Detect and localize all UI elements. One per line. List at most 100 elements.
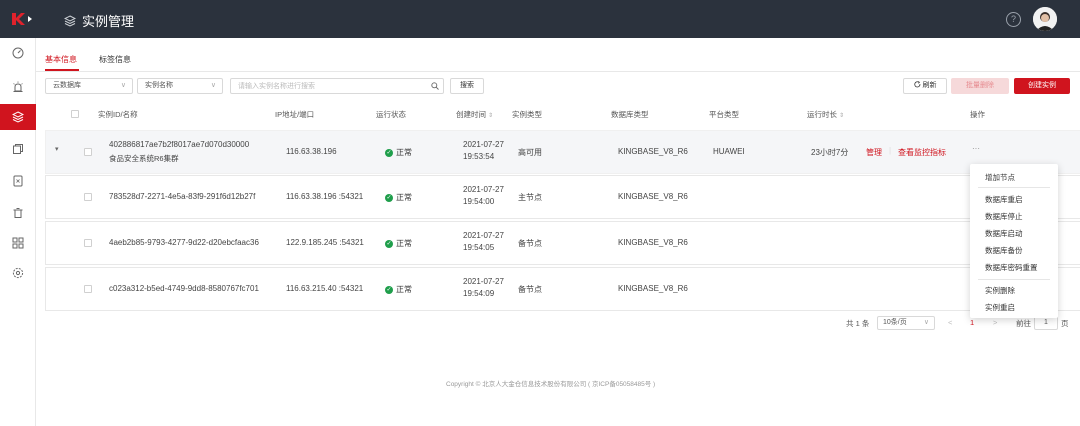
column-header-runtime-label: 运行时长: [807, 110, 837, 119]
sidebar-item-dashboard[interactable]: [0, 40, 36, 66]
created-time: 2021-07-27 19:54:05: [463, 230, 504, 254]
menu-item-db-start[interactable]: 数据库启动: [985, 228, 1023, 239]
column-header-created[interactable]: 创建时间 ⇕: [456, 109, 493, 120]
document-icon: [13, 175, 23, 187]
created-date: 2021-07-27: [463, 140, 504, 149]
grid-icon: [12, 237, 24, 249]
menu-item-db-backup[interactable]: 数据库备份: [985, 245, 1023, 256]
column-header-type: 实例类型: [512, 110, 542, 119]
pagination-total: 共 1 条: [846, 319, 870, 328]
row-checkbox[interactable]: [84, 148, 92, 156]
database-type: KINGBASE_V8_R6: [618, 284, 688, 293]
instance-type: 高可用: [518, 148, 542, 157]
sidebar-item-instances[interactable]: [0, 104, 36, 130]
user-avatar[interactable]: [1033, 7, 1057, 31]
user-photo-icon: [1033, 7, 1057, 31]
menu-item-db-stop[interactable]: 数据库停止: [985, 211, 1023, 222]
column-header-db-type: 数据库类型: [611, 110, 649, 119]
column-header-ip: IP地址/端口: [275, 110, 315, 119]
page-suffix: 页: [1061, 319, 1069, 328]
menu-item-db-password-reset[interactable]: 数据库密码重置: [985, 262, 1038, 273]
help-icon[interactable]: ?: [1006, 12, 1021, 27]
status-badge: ✓ 正常: [385, 147, 412, 158]
layers-icon: [12, 111, 24, 123]
table-header: 实例ID/名称 IP地址/端口 运行状态 创建时间 ⇕ 实例类型 数据库类型 平台…: [45, 104, 1080, 124]
refresh-icon: [913, 81, 920, 88]
column-header-created-label: 创建时间: [456, 110, 486, 119]
action-divider: |: [889, 146, 892, 155]
sidebar-item-alerts[interactable]: [0, 74, 36, 100]
alarm-icon: [13, 81, 23, 92]
expand-row-icon[interactable]: ▾: [55, 145, 59, 153]
created-clock: 19:54:09: [463, 289, 495, 298]
instance-type: 主节点: [518, 193, 542, 202]
instance-id: 4aeb2b85-9793-4277-9d22-d20ebcfaac36: [109, 238, 259, 247]
check-circle-icon: ✓: [385, 285, 393, 294]
manage-link[interactable]: 管理: [866, 147, 882, 158]
brand-logo-icon[interactable]: [10, 11, 34, 27]
created-date: 2021-07-27: [463, 277, 504, 286]
tab-tag-info[interactable]: 标签信息: [99, 54, 131, 65]
instance-name: 食品安全系统R6集群: [109, 154, 179, 163]
copyright-footer: Copyright © 北京人大金仓信息技术股份有限公司 ( 京ICP备0505…: [446, 381, 656, 388]
sidebar-item-apps[interactable]: [0, 230, 36, 256]
sidebar-item-document[interactable]: [0, 168, 36, 194]
created-clock: 19:54:05: [463, 243, 495, 252]
more-actions-button[interactable]: ···: [972, 144, 980, 153]
prev-page-button[interactable]: <: [948, 318, 952, 327]
database-filter-select[interactable]: 云数据库 ∨: [45, 78, 133, 94]
database-type: KINGBASE_V8_R6: [618, 238, 688, 247]
search-input[interactable]: [231, 79, 421, 93]
page-size-value: 10条/页: [883, 319, 907, 326]
search-icon[interactable]: [431, 82, 439, 90]
check-circle-icon: ✓: [385, 193, 393, 202]
goto-page-input[interactable]: 1: [1034, 316, 1058, 330]
instance-ip: 116.63.215.40 :54321: [286, 284, 364, 293]
sidebar-item-copy[interactable]: [0, 136, 36, 162]
created-time: 2021-07-27 19:54:09: [463, 276, 504, 300]
sidebar-item-delete[interactable]: [0, 200, 36, 226]
column-header-runtime[interactable]: 运行时长 ⇕: [807, 109, 844, 120]
current-page[interactable]: 1: [970, 318, 974, 327]
dashboard-gauge-icon: [12, 47, 24, 59]
batch-delete-button[interactable]: 批量删除: [951, 78, 1009, 94]
created-date: 2021-07-27: [463, 185, 504, 194]
instance-type: 备节点: [518, 239, 542, 248]
created-time: 2021-07-27 19:54:00: [463, 184, 504, 208]
chevron-down-icon: ∨: [210, 82, 216, 89]
menu-item-db-restart[interactable]: 数据库重启: [985, 194, 1023, 205]
menu-item-instance-delete[interactable]: 实例删除: [985, 285, 1015, 296]
create-instance-button[interactable]: 创建实例: [1014, 78, 1070, 94]
search-field-select[interactable]: 实例名称 ∨: [137, 78, 223, 94]
view-metrics-link[interactable]: 查看监控指标: [898, 147, 946, 158]
instance-id: c023a312-b5ed-4749-9dd8-8580767fc701: [109, 284, 259, 293]
row-checkbox[interactable]: [84, 239, 92, 247]
column-header-actions: 操作: [970, 110, 985, 119]
menu-item-add-node[interactable]: 增加节点: [985, 172, 1015, 183]
column-header-id: 实例ID/名称: [98, 110, 138, 119]
table-row[interactable]: 783528d7-2271-4e5a-83f9-291f6d12b27f 116…: [45, 175, 1080, 219]
select-all-checkbox[interactable]: [71, 110, 79, 118]
created-clock: 19:53:54: [463, 152, 495, 161]
search-button[interactable]: 搜索: [450, 78, 484, 94]
instance-type: 备节点: [518, 285, 542, 294]
page-size-select[interactable]: 10条/页 ∨: [877, 316, 935, 330]
search-field-value: 实例名称: [145, 82, 173, 89]
table-row[interactable]: c023a312-b5ed-4749-9dd8-8580767fc701 116…: [45, 267, 1080, 311]
copy-icon: [13, 144, 23, 154]
instance-id: 402886817ae7b2f8017ae7d070d30000: [109, 140, 250, 149]
chevron-down-icon: ∨: [923, 319, 929, 326]
sidebar-item-settings[interactable]: [0, 260, 36, 286]
refresh-button[interactable]: 刷新: [903, 78, 947, 94]
menu-item-instance-restart[interactable]: 实例重启: [985, 302, 1015, 313]
row-checkbox[interactable]: [84, 285, 92, 293]
goto-label: 前往: [1016, 319, 1031, 328]
table-row[interactable]: ▾ 402886817ae7b2f8017ae7d070d30000 食品安全系…: [45, 130, 1080, 174]
tab-basic-info[interactable]: 基本信息: [45, 54, 77, 65]
instance-ip: 116.63.38.196 :54321: [286, 192, 364, 201]
status-badge: ✓ 正常: [385, 192, 412, 203]
created-clock: 19:54:00: [463, 197, 495, 206]
table-row[interactable]: 4aeb2b85-9793-4277-9d22-d20ebcfaac36 122…: [45, 221, 1080, 265]
next-page-button[interactable]: >: [993, 318, 997, 327]
row-checkbox[interactable]: [84, 193, 92, 201]
